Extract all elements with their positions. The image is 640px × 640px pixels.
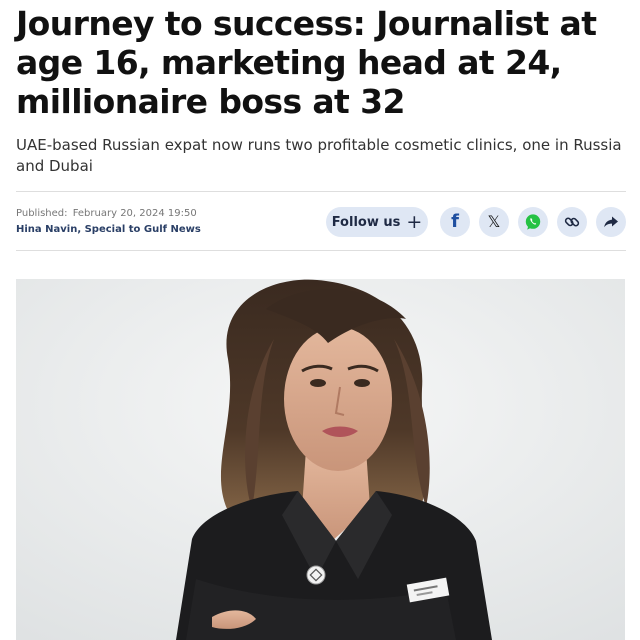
share-arrow-icon (604, 216, 618, 228)
share-button[interactable] (596, 207, 626, 237)
plus-icon: + (406, 210, 423, 233)
whatsapp-share-button[interactable] (518, 207, 548, 237)
author-byline[interactable]: Hina Navin, Special to Gulf News (16, 223, 201, 237)
article-headline: Journey to success: Journalist at age 16… (16, 4, 597, 121)
article-meta: Published: February 20, 2024 19:50 Hina … (16, 207, 201, 237)
article-page: Journey to success: Journalist at age 16… (0, 0, 640, 640)
x-share-button[interactable]: 𝕏 (479, 207, 509, 237)
published-line: Published: February 20, 2024 19:50 (16, 207, 201, 221)
published-date: February 20, 2024 19:50 (72, 208, 197, 219)
published-label: Published: (16, 208, 68, 219)
whatsapp-icon (525, 214, 541, 230)
divider-top (16, 191, 626, 192)
copy-link-button[interactable] (557, 207, 587, 237)
divider-bottom (16, 250, 626, 251)
link-icon (564, 217, 580, 227)
facebook-icon: f (451, 211, 459, 232)
follow-us-label: Follow us (331, 214, 401, 230)
follow-us-button[interactable]: Follow us + (326, 207, 428, 237)
article-subheadline: UAE-based Russian expat now runs two pro… (16, 136, 622, 175)
portrait-photo (16, 279, 625, 640)
x-icon: 𝕏 (487, 212, 501, 231)
article-hero-image (16, 279, 625, 640)
facebook-share-button[interactable]: f (440, 207, 470, 237)
